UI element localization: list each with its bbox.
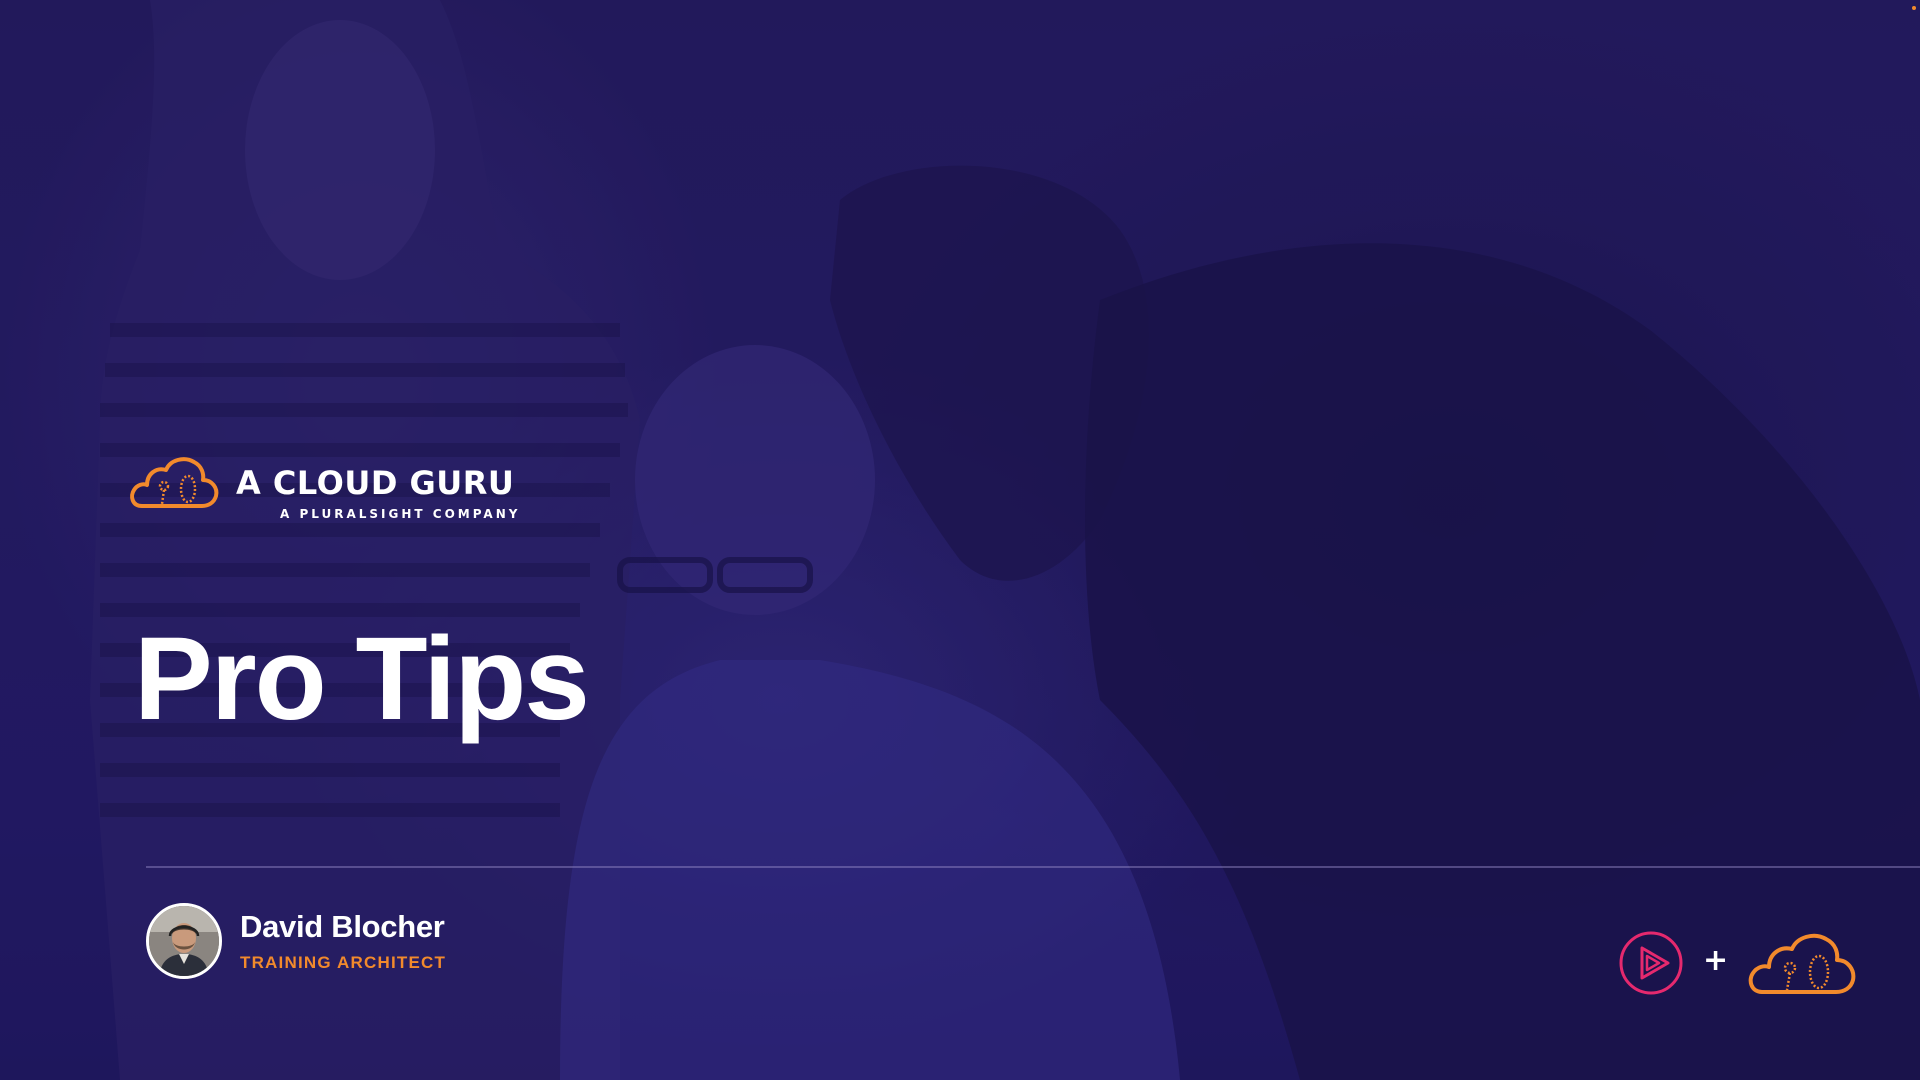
divider — [146, 866, 1920, 868]
brand-tagline: A PLURALSIGHT COMPANY — [280, 507, 521, 521]
slide-title: Pro Tips — [134, 613, 590, 745]
presenter-role: TRAINING ARCHITECT — [240, 953, 447, 972]
cloud-logo-icon — [130, 457, 219, 508]
plus-separator: + — [1703, 943, 1729, 978]
brand-logo: A CLOUD GURU A PLURALSIGHT COMPANY — [128, 452, 528, 524]
pluralsight-play-icon — [1619, 931, 1683, 995]
brand-name: A CLOUD GURU — [236, 464, 515, 502]
presenter-avatar — [146, 903, 222, 979]
corner-dot — [1912, 6, 1916, 10]
avatar-portrait-icon — [149, 906, 219, 976]
cloud-logo-icon — [1748, 933, 1856, 994]
presenter-name: David Blocher — [240, 909, 445, 944]
slide: A CLOUD GURU A PLURALSIGHT COMPANY Pro T… — [0, 0, 1920, 1080]
